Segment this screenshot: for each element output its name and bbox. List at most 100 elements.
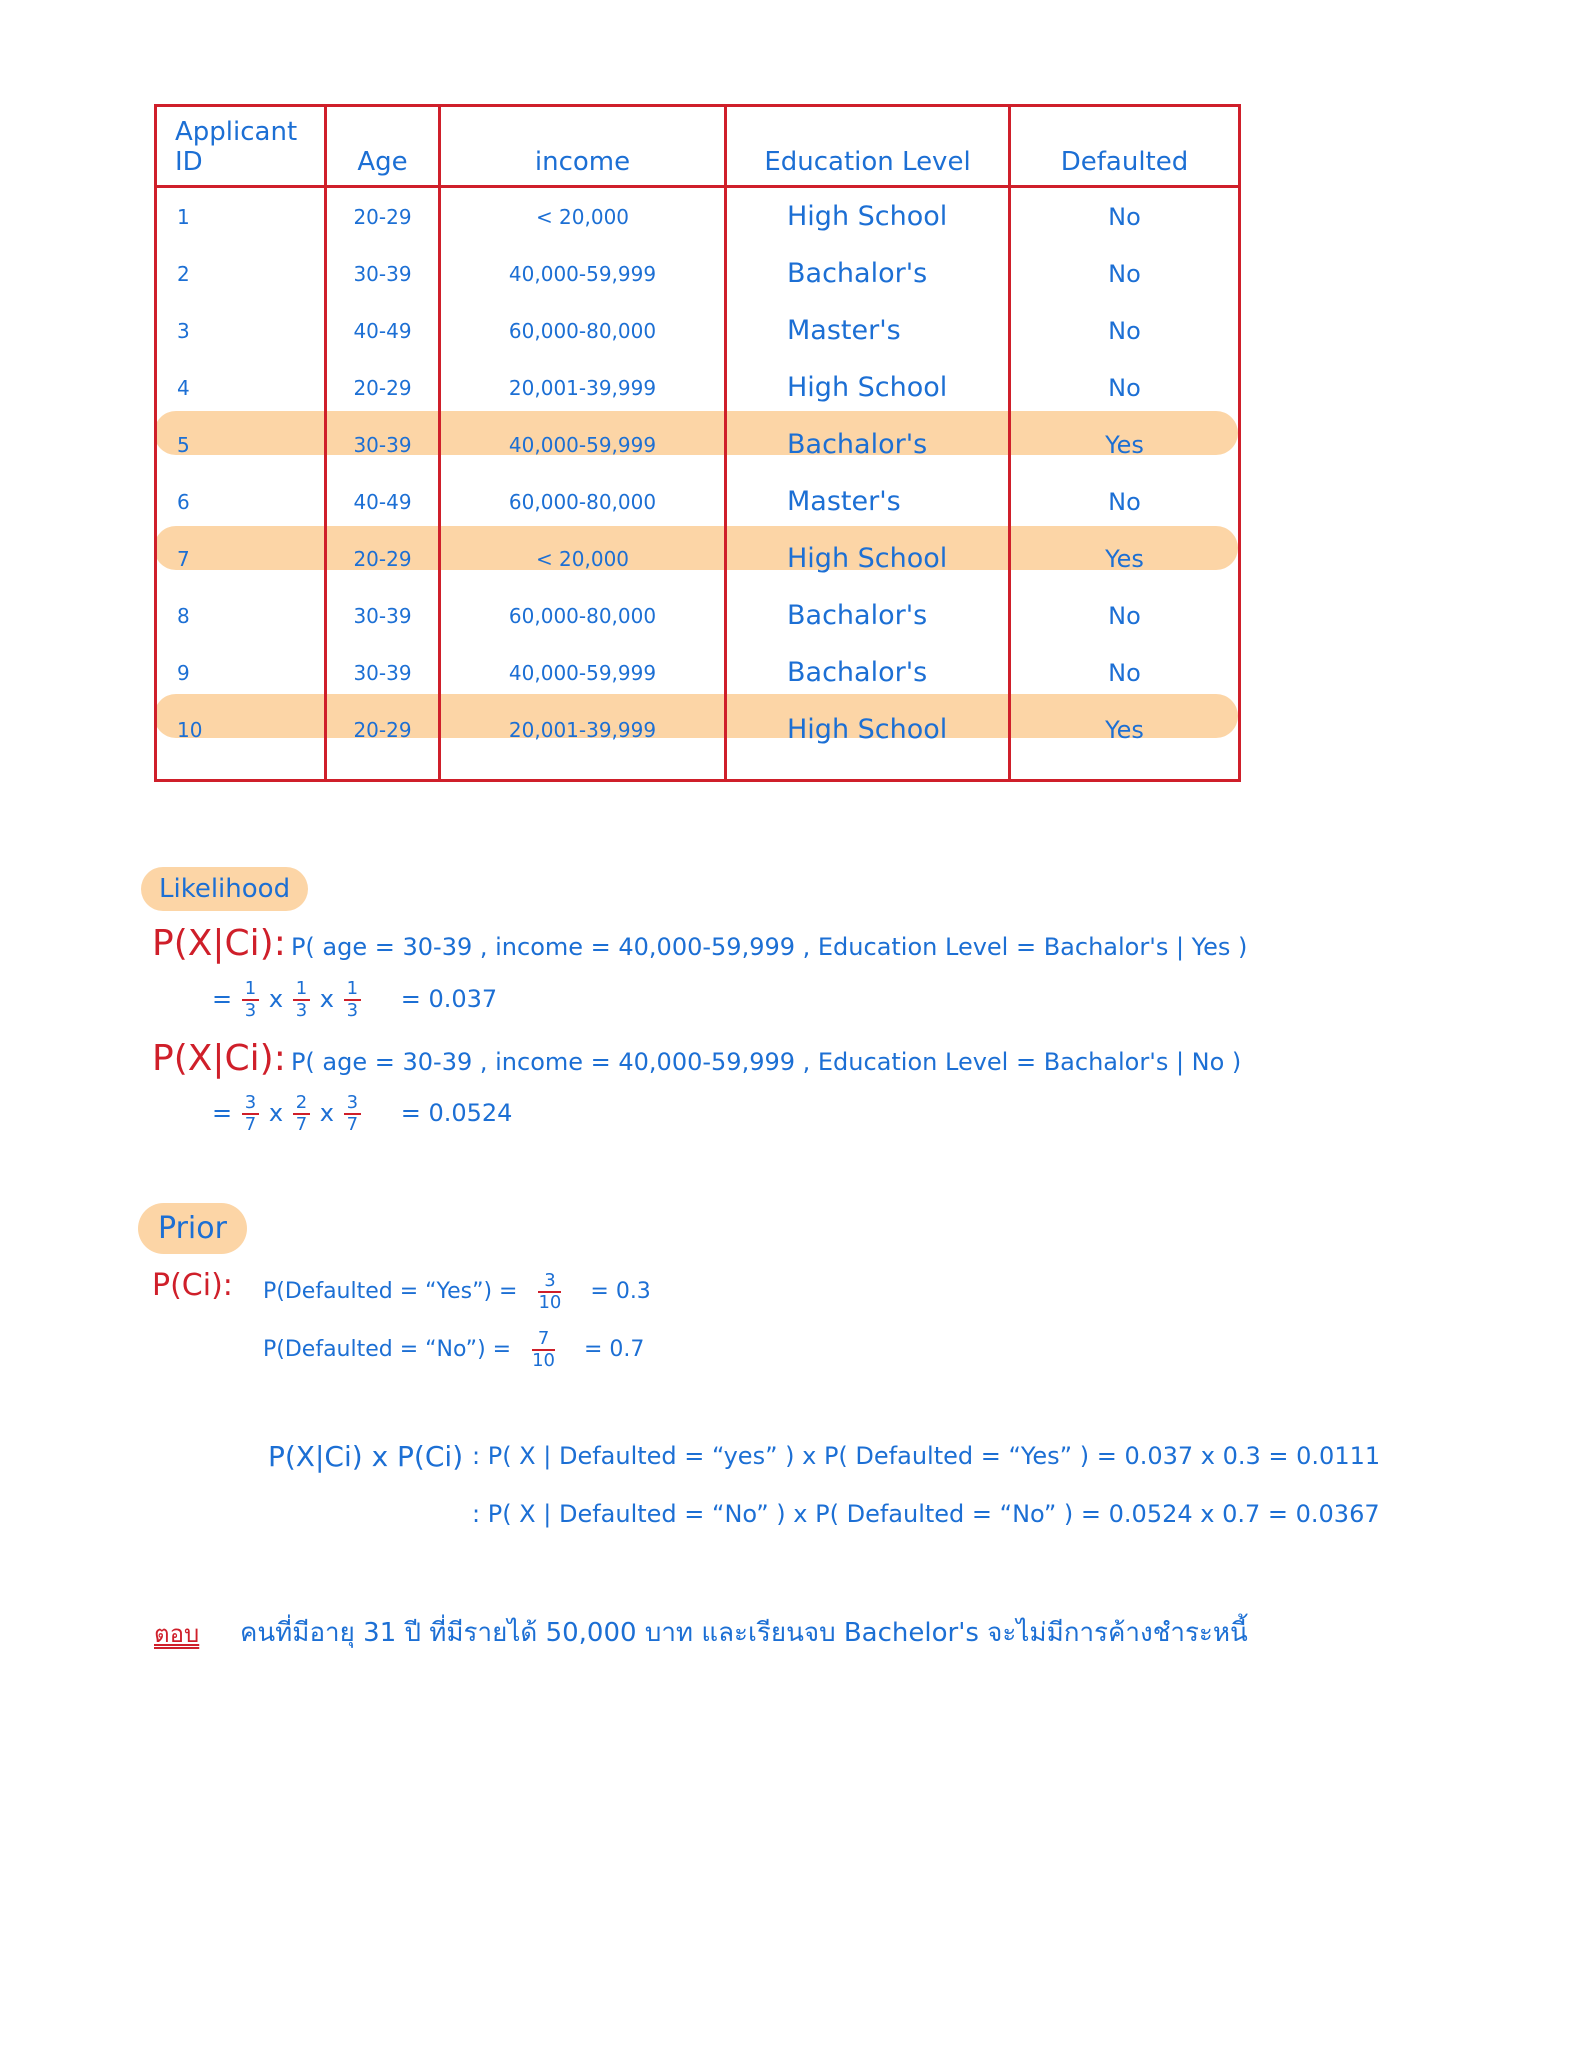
fraction: 13 [241,980,260,1020]
cell-defaulted: No [1008,186,1241,245]
cell-age: 20-29 [324,530,441,587]
prior-no-line: P(Defaulted = “No”) = 7 10 = 0.7 [263,1330,644,1370]
cell-applicant-id: 3 [154,302,327,359]
table-row: 9 30-39 40,000-59,999 Bachalor's No [154,644,1241,701]
prior-yes-text: P(Defaulted = “Yes”) = [263,1279,518,1304]
cell-defaulted: No [1008,473,1241,530]
prior-no-text: P(Defaulted = “No”) = [263,1337,512,1362]
header-income: income [438,105,727,188]
cell-defaulted: Yes [1008,530,1241,587]
likelihood-no-lhs: P(X|Ci): [152,1038,286,1079]
cell-applicant-id: 6 [154,473,327,530]
applicant-table: Applicant ID Age income Education Level … [154,104,1241,782]
fraction: 27 [292,1094,311,1134]
cell-income: 60,000-80,000 [438,587,727,644]
cell-education-level: Master's [724,473,1011,530]
cell-defaulted: Yes [1008,701,1241,758]
cell-applicant-id: 7 [154,530,327,587]
cell-education-level: Bachalor's [724,416,1011,473]
cell-income: 40,000-59,999 [438,416,727,473]
prior-lhs: P(Ci): [152,1268,233,1303]
table-row: 3 40-49 60,000-80,000 Master's No [154,302,1241,359]
answer-text: คนที่มีอายุ 31 ปี ที่มีรายได้ 50,000 บาท… [240,1618,1248,1648]
likelihood-yes-lhs: P(X|Ci): [152,923,286,964]
table-row: 1 20-29 < 20,000 High School No [154,186,1241,245]
cell-applicant-id: 2 [154,245,327,302]
likelihood-no-calc-prefix: = [212,1099,233,1127]
fraction: 13 [292,980,311,1020]
table-row: 10 20-29 20,001-39,999 High School Yes [154,701,1241,758]
cell-applicant-id: 1 [154,186,327,245]
cell-age: 30-39 [324,416,441,473]
fraction: 3 10 [538,1270,562,1313]
cell-age: 40-49 [324,473,441,530]
table-blank-row [154,758,1241,781]
header-defaulted: Defaulted [1008,105,1241,188]
likelihood-yes-result: = 0.037 [400,985,498,1013]
posterior-lhs: P(X|Ci) x P(Ci) [268,1440,464,1473]
table-row: 4 20-29 20,001-39,999 High School No [154,359,1241,416]
likelihood-yes-expr: P( age = 30-39 , income = 40,000-59,999 … [290,933,1248,961]
likelihood-yes-expression: P(X|Ci): P( age = 30-39 , income = 40,00… [152,923,1247,964]
likelihood-yes-calc: = 13 x 13 x 13 = 0.037 [212,978,498,1021]
cell-applicant-id: 10 [154,701,327,758]
cell-defaulted: No [1008,245,1241,302]
likelihood-no-expression: P(X|Ci): P( age = 30-39 , income = 40,00… [152,1038,1241,1079]
likelihood-no-calc: = 37 x 27 x 37 = 0.0524 [212,1092,513,1135]
cell-applicant-id: 8 [154,587,327,644]
cell-income: < 20,000 [438,186,727,245]
fraction: 37 [343,1094,362,1134]
cell-age: 20-29 [324,701,441,758]
cell-defaulted: No [1008,587,1241,644]
cell-education-level: Master's [724,302,1011,359]
answer-label: ตอบ [154,1620,200,1648]
fraction: 13 [343,980,362,1020]
cell-defaulted: Yes [1008,416,1241,473]
likelihood-yes-calc-prefix: = [212,985,233,1013]
cell-income: 20,001-39,999 [438,359,727,416]
cell-education-level: Bachalor's [724,245,1011,302]
cell-income: 60,000-80,000 [438,473,727,530]
cell-applicant-id: 4 [154,359,327,416]
likelihood-no-result: = 0.0524 [400,1099,513,1127]
posterior-yes-line: : P( X | Defaulted = “yes” ) x P( Defaul… [472,1442,1381,1470]
header-education-level: Education Level [724,105,1011,188]
prior-yes-result: = 0.3 [590,1279,651,1304]
cell-defaulted: No [1008,359,1241,416]
cell-applicant-id: 9 [154,644,327,701]
fraction: 7 10 [532,1328,555,1371]
cell-education-level: Bachalor's [724,587,1011,644]
cell-age: 30-39 [324,644,441,701]
header-applicant-id: Applicant ID [154,105,327,188]
cell-age: 30-39 [324,245,441,302]
table-row: 5 30-39 40,000-59,999 Bachalor's Yes [154,416,1241,473]
table-row: 2 30-39 40,000-59,999 Bachalor's No [154,245,1241,302]
cell-age: 20-29 [324,359,441,416]
cell-income: 60,000-80,000 [438,302,727,359]
cell-income: 40,000-59,999 [438,644,727,701]
cell-applicant-id: 5 [154,416,327,473]
prior-label: Prior [138,1203,247,1254]
cell-education-level: High School [724,701,1011,758]
table-row: 6 40-49 60,000-80,000 Master's No [154,473,1241,530]
cell-education-level: High School [724,359,1011,416]
table-row: 7 20-29 < 20,000 High School Yes [154,530,1241,587]
prior-yes-line: P(Defaulted = “Yes”) = 3 10 = 0.3 [263,1272,651,1312]
cell-defaulted: No [1008,302,1241,359]
cell-education-level: High School [724,530,1011,587]
cell-income: 40,000-59,999 [438,245,727,302]
cell-income: 20,001-39,999 [438,701,727,758]
cell-education-level: High School [724,186,1011,245]
likelihood-label: Likelihood [141,867,309,911]
cell-age: 30-39 [324,587,441,644]
fraction: 37 [241,1094,260,1134]
cell-age: 40-49 [324,302,441,359]
cell-income: < 20,000 [438,530,727,587]
table-header-row: Applicant ID Age income Education Level … [154,105,1241,188]
posterior-no-line: : P( X | Defaulted = “No” ) x P( Default… [472,1500,1380,1528]
cell-defaulted: No [1008,644,1241,701]
table-row: 8 30-39 60,000-80,000 Bachalor's No [154,587,1241,644]
cell-age: 20-29 [324,186,441,245]
prior-no-result: = 0.7 [584,1337,645,1362]
likelihood-no-expr: P( age = 30-39 , income = 40,000-59,999 … [290,1048,1242,1076]
